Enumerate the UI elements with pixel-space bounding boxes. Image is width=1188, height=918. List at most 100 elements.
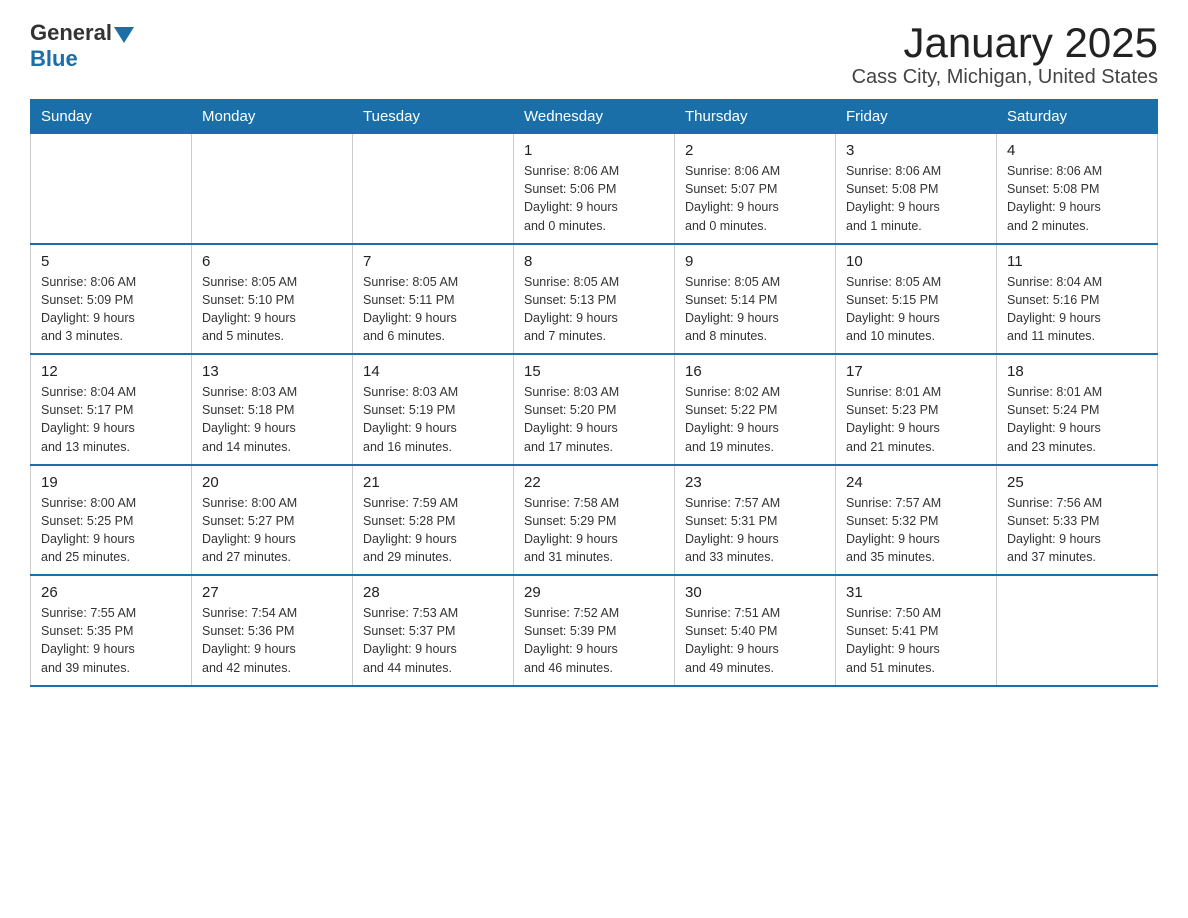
day-info: Sunrise: 8:05 AM Sunset: 5:15 PM Dayligh… (846, 273, 986, 346)
calendar-week-row: 12Sunrise: 8:04 AM Sunset: 5:17 PM Dayli… (31, 354, 1158, 465)
day-number: 10 (846, 253, 986, 270)
calendar-cell (353, 134, 514, 244)
calendar-table: SundayMondayTuesdayWednesdayThursdayFrid… (30, 99, 1158, 687)
day-number: 4 (1007, 142, 1147, 159)
calendar-cell (31, 134, 192, 244)
weekday-row: SundayMondayTuesdayWednesdayThursdayFrid… (31, 100, 1158, 134)
day-number: 29 (524, 584, 664, 601)
day-info: Sunrise: 8:04 AM Sunset: 5:16 PM Dayligh… (1007, 273, 1147, 346)
day-info: Sunrise: 8:05 AM Sunset: 5:14 PM Dayligh… (685, 273, 825, 346)
calendar-cell: 26Sunrise: 7:55 AM Sunset: 5:35 PM Dayli… (31, 575, 192, 686)
day-number: 8 (524, 253, 664, 270)
calendar-cell (997, 575, 1158, 686)
day-info: Sunrise: 7:50 AM Sunset: 5:41 PM Dayligh… (846, 604, 986, 677)
day-number: 7 (363, 253, 503, 270)
day-number: 9 (685, 253, 825, 270)
calendar-cell: 19 Sunrise: 8:00 AM Sunset: 5:25 PM Dayli… (31, 465, 192, 576)
calendar-cell: 14Sunrise: 8:03 AM Sunset: 5:19 PM Dayli… (353, 354, 514, 465)
calendar-cell: 18 Sunrise: 8:01 AM Sunset: 5:24 PM Dayli… (997, 354, 1158, 465)
day-number: 2 (685, 142, 825, 159)
calendar-cell: 28 Sunrise: 7:53 AM Sunset: 5:37 PM Dayli… (353, 575, 514, 686)
day-number: 17 (846, 363, 986, 380)
day-number: 31 (846, 584, 986, 601)
calendar-week-row: 19 Sunrise: 8:00 AM Sunset: 5:25 PM Dayli… (31, 465, 1158, 576)
weekday-header-tuesday: Tuesday (353, 100, 514, 134)
day-info: Sunrise: 8:00 AM Sunset: 5:27 PM Dayligh… (202, 494, 342, 567)
day-info: Sunrise: 8:00 AM Sunset: 5:25 PM Dayligh… (41, 494, 181, 567)
day-number: 15 (524, 363, 664, 380)
day-number: 18 (1007, 363, 1147, 380)
day-info: Sunrise: 8:01 AM Sunset: 5:23 PM Dayligh… (846, 383, 986, 456)
calendar-cell: 23 Sunrise: 7:57 AM Sunset: 5:31 PM Dayli… (675, 465, 836, 576)
day-number: 21 (363, 474, 503, 491)
day-number: 23 (685, 474, 825, 491)
calendar-cell: 12Sunrise: 8:04 AM Sunset: 5:17 PM Dayli… (31, 354, 192, 465)
calendar-cell: 4 Sunrise: 8:06 AM Sunset: 5:08 PM Daylig… (997, 134, 1158, 244)
day-number: 19 (41, 474, 181, 491)
day-info: Sunrise: 7:56 AM Sunset: 5:33 PM Dayligh… (1007, 494, 1147, 567)
day-number: 5 (41, 253, 181, 270)
calendar-cell: 30 Sunrise: 7:51 AM Sunset: 5:40 PM Dayli… (675, 575, 836, 686)
day-info: Sunrise: 8:06 AM Sunset: 5:08 PM Dayligh… (1007, 162, 1147, 235)
page-header: General Blue January 2025 Cass City, Mic… (30, 20, 1158, 89)
day-info: Sunrise: 8:03 AM Sunset: 5:18 PM Dayligh… (202, 383, 342, 456)
day-info: Sunrise: 7:58 AM Sunset: 5:29 PM Dayligh… (524, 494, 664, 567)
day-number: 12 (41, 363, 181, 380)
day-info: Sunrise: 8:05 AM Sunset: 5:11 PM Dayligh… (363, 273, 503, 346)
day-number: 16 (685, 363, 825, 380)
calendar-cell: 10 Sunrise: 8:05 AM Sunset: 5:15 PM Dayli… (836, 244, 997, 355)
day-info: Sunrise: 7:57 AM Sunset: 5:31 PM Dayligh… (685, 494, 825, 567)
calendar-cell (192, 134, 353, 244)
calendar-cell: 1Sunrise: 8:06 AM Sunset: 5:06 PM Daylig… (514, 134, 675, 244)
logo-general-text: General (30, 20, 112, 46)
day-number: 30 (685, 584, 825, 601)
day-number: 20 (202, 474, 342, 491)
logo-triangle-icon (114, 27, 134, 43)
weekday-header-monday: Monday (192, 100, 353, 134)
calendar-cell: 27Sunrise: 7:54 AM Sunset: 5:36 PM Dayli… (192, 575, 353, 686)
calendar-subtitle: Cass City, Michigan, United States (852, 66, 1158, 89)
calendar-week-row: 26Sunrise: 7:55 AM Sunset: 5:35 PM Dayli… (31, 575, 1158, 686)
calendar-cell: 22 Sunrise: 7:58 AM Sunset: 5:29 PM Dayli… (514, 465, 675, 576)
calendar-cell: 9 Sunrise: 8:05 AM Sunset: 5:14 PM Daylig… (675, 244, 836, 355)
calendar-cell: 16Sunrise: 8:02 AM Sunset: 5:22 PM Dayli… (675, 354, 836, 465)
day-number: 13 (202, 363, 342, 380)
day-info: Sunrise: 7:52 AM Sunset: 5:39 PM Dayligh… (524, 604, 664, 677)
weekday-header-friday: Friday (836, 100, 997, 134)
weekday-header-wednesday: Wednesday (514, 100, 675, 134)
calendar-title: January 2025 (852, 20, 1158, 66)
day-info: Sunrise: 8:05 AM Sunset: 5:10 PM Dayligh… (202, 273, 342, 346)
calendar-body: 1Sunrise: 8:06 AM Sunset: 5:06 PM Daylig… (31, 134, 1158, 686)
calendar-cell: 15 Sunrise: 8:03 AM Sunset: 5:20 PM Dayli… (514, 354, 675, 465)
day-info: Sunrise: 8:01 AM Sunset: 5:24 PM Dayligh… (1007, 383, 1147, 456)
day-number: 1 (524, 142, 664, 159)
day-number: 22 (524, 474, 664, 491)
weekday-header-saturday: Saturday (997, 100, 1158, 134)
calendar-week-row: 5Sunrise: 8:06 AM Sunset: 5:09 PM Daylig… (31, 244, 1158, 355)
calendar-cell: 3Sunrise: 8:06 AM Sunset: 5:08 PM Daylig… (836, 134, 997, 244)
day-number: 11 (1007, 253, 1147, 270)
calendar-cell: 17 Sunrise: 8:01 AM Sunset: 5:23 PM Dayli… (836, 354, 997, 465)
calendar-cell: 2 Sunrise: 8:06 AM Sunset: 5:07 PM Daylig… (675, 134, 836, 244)
day-number: 24 (846, 474, 986, 491)
day-info: Sunrise: 7:57 AM Sunset: 5:32 PM Dayligh… (846, 494, 986, 567)
day-number: 28 (363, 584, 503, 601)
day-info: Sunrise: 7:53 AM Sunset: 5:37 PM Dayligh… (363, 604, 503, 677)
logo: General Blue (30, 20, 134, 72)
day-info: Sunrise: 7:59 AM Sunset: 5:28 PM Dayligh… (363, 494, 503, 567)
day-info: Sunrise: 8:03 AM Sunset: 5:20 PM Dayligh… (524, 383, 664, 456)
day-number: 6 (202, 253, 342, 270)
day-info: Sunrise: 7:51 AM Sunset: 5:40 PM Dayligh… (685, 604, 825, 677)
calendar-cell: 21 Sunrise: 7:59 AM Sunset: 5:28 PM Dayli… (353, 465, 514, 576)
calendar-header: SundayMondayTuesdayWednesdayThursdayFrid… (31, 100, 1158, 134)
day-info: Sunrise: 8:06 AM Sunset: 5:08 PM Dayligh… (846, 162, 986, 235)
calendar-cell: 11 Sunrise: 8:04 AM Sunset: 5:16 PM Dayli… (997, 244, 1158, 355)
calendar-week-row: 1Sunrise: 8:06 AM Sunset: 5:06 PM Daylig… (31, 134, 1158, 244)
calendar-cell: 8Sunrise: 8:05 AM Sunset: 5:13 PM Daylig… (514, 244, 675, 355)
weekday-header-thursday: Thursday (675, 100, 836, 134)
calendar-cell: 31 Sunrise: 7:50 AM Sunset: 5:41 PM Dayli… (836, 575, 997, 686)
logo-blue-text: Blue (30, 46, 78, 72)
day-info: Sunrise: 8:06 AM Sunset: 5:07 PM Dayligh… (685, 162, 825, 235)
calendar-cell: 5Sunrise: 8:06 AM Sunset: 5:09 PM Daylig… (31, 244, 192, 355)
day-number: 14 (363, 363, 503, 380)
